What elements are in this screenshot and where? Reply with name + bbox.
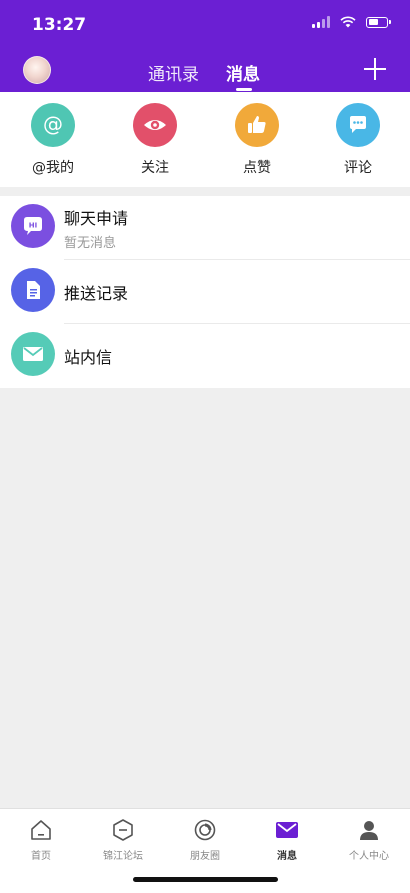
tabbar-label: 锦江论坛 [103,851,143,862]
plus-icon[interactable] [364,58,386,80]
tabbar-label: 个人中心 [349,851,389,862]
envelope-icon [11,332,55,376]
tabbar-label: 首页 [31,851,51,862]
comment-icon [336,103,380,147]
tabbar-label: 朋友圈 [190,851,220,862]
list-item-inbox[interactable]: 站内信 [0,324,410,388]
list-item-title: 聊天申请 [64,209,129,228]
list-item-chat-requests[interactable]: HI 聊天申请 暂无消息 [0,196,410,260]
list-item-subtitle: 暂无消息 [64,236,117,251]
tabbar-item-home[interactable]: 首页 [0,817,82,862]
avatar[interactable] [23,56,51,84]
tab-messages[interactable]: 消息 [226,60,260,85]
thumbs-up-icon [235,103,279,147]
home-icon [28,817,54,843]
nav-bar: 通讯录 消息 [0,50,410,92]
quick-action-follow[interactable]: 关注 [115,103,195,177]
list-item-title: 推送记录 [64,284,129,303]
quick-action-comments[interactable]: 评论 [318,103,398,177]
at-icon: @ [31,103,75,147]
moments-icon [192,817,218,843]
tabbar-item-forum[interactable]: 锦江论坛 [82,817,164,862]
quick-action-mentions[interactable]: @ @我的 [13,103,93,177]
hi-chat-icon: HI [11,204,55,248]
envelope-icon [274,817,300,843]
svg-text:HI: HI [29,222,37,230]
quick-action-label: 评论 [344,160,372,176]
wifi-icon [340,16,356,28]
quick-actions: @ @我的 关注 点赞 评论 [0,92,410,187]
tabbar-item-moments[interactable]: 朋友圈 [164,817,246,862]
list-item-title: 站内信 [64,348,113,367]
person-icon [356,817,382,843]
home-indicator [133,877,278,882]
status-time: 13:27 [32,15,87,35]
status-bar: 13:27 [0,0,410,50]
tabbar-item-profile[interactable]: 个人中心 [328,817,410,862]
quick-action-likes[interactable]: 点赞 [217,103,297,177]
quick-action-label: 点赞 [243,160,271,176]
document-icon [11,268,55,312]
message-list: HI 聊天申请 暂无消息 推送记录 站内信 [0,196,410,388]
svg-text:@: @ [43,113,63,136]
list-item-push-records[interactable]: 推送记录 [0,260,410,324]
status-icons [312,16,391,28]
active-tab-indicator [236,88,252,91]
quick-action-label: 关注 [141,160,169,176]
battery-icon [366,16,391,28]
eye-icon [133,103,177,147]
tabbar-item-messages[interactable]: 消息 [246,817,328,862]
tab-contacts[interactable]: 通讯录 [148,60,199,85]
signal-icon [312,16,330,28]
forum-icon [110,817,136,843]
quick-action-label: @我的 [32,160,74,176]
tabbar-label: 消息 [277,851,297,862]
